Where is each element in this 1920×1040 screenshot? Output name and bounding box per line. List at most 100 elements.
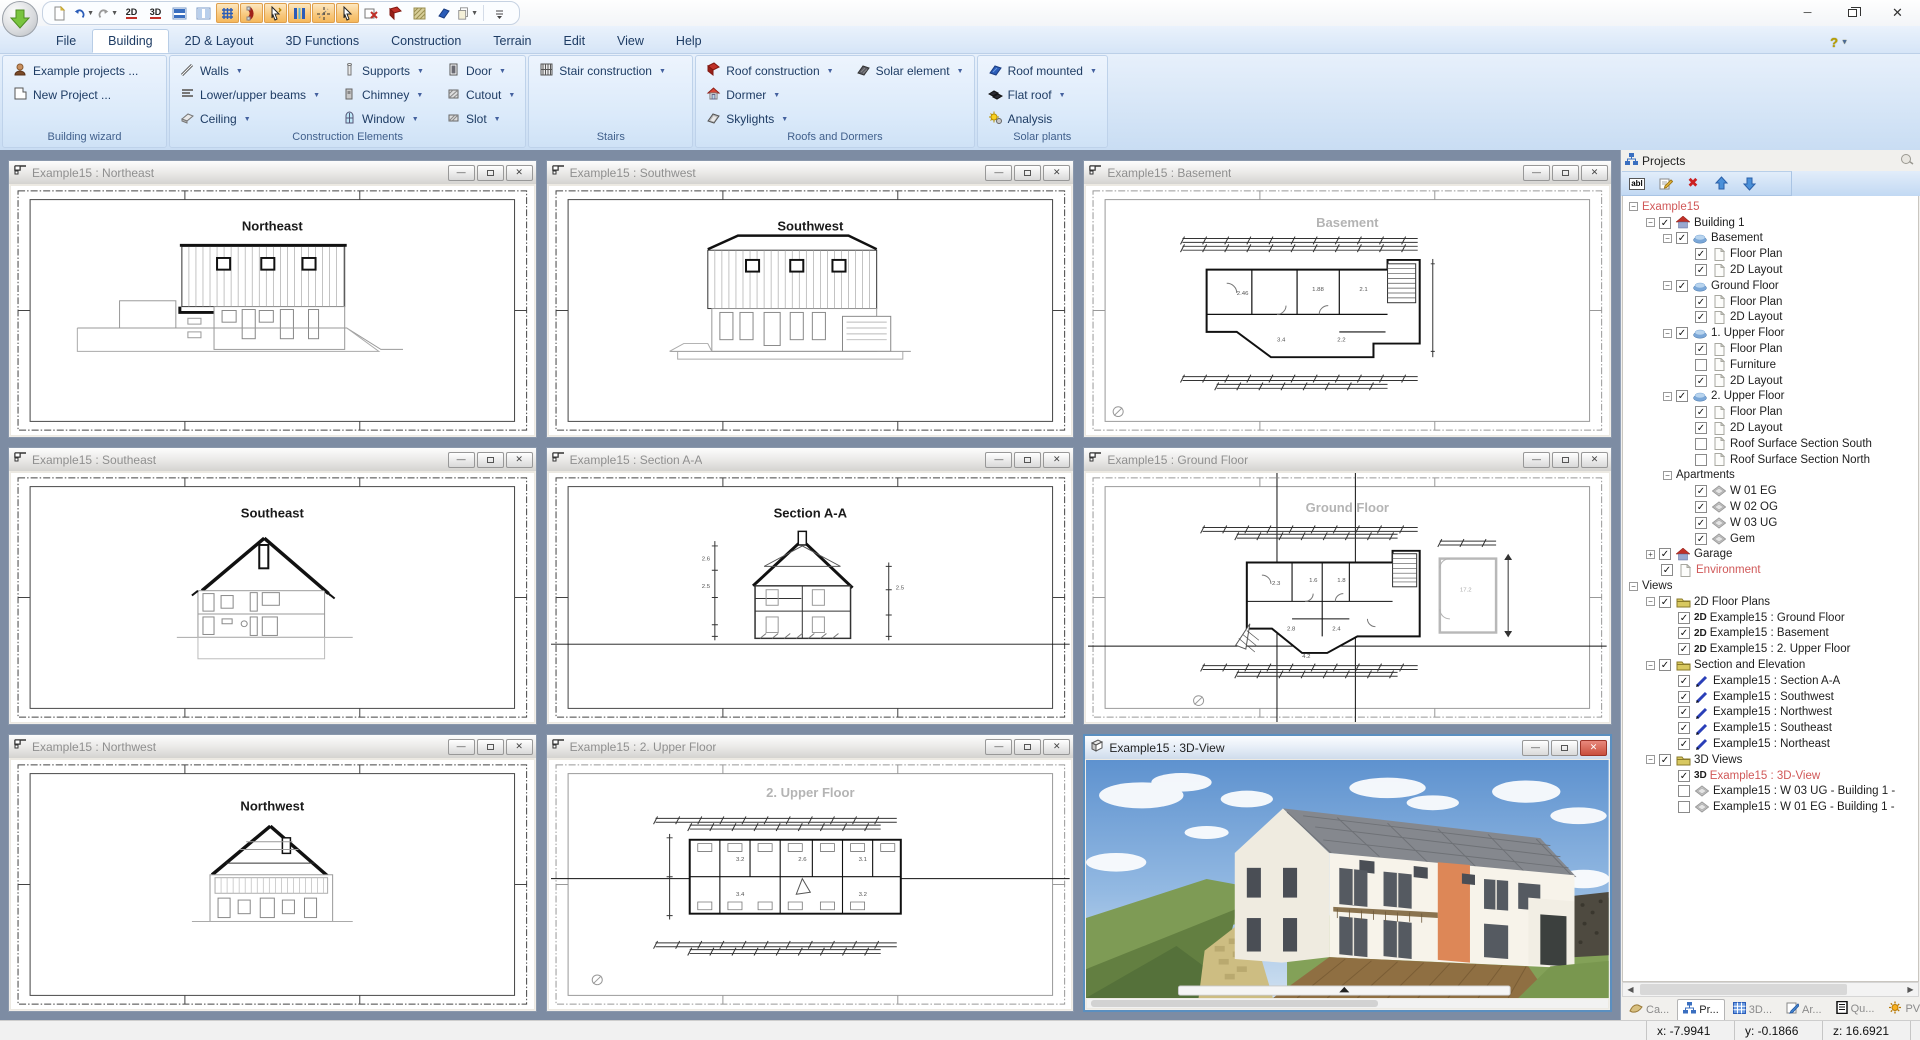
panel-tab-pr[interactable]: Pr... (1677, 999, 1725, 1020)
tree-item-gem[interactable]: ✓Gem (1625, 531, 1918, 547)
window-restore-button[interactable] (1552, 452, 1579, 468)
window-restore-button[interactable] (1551, 740, 1578, 756)
tree-item-apartments[interactable]: −Apartments (1625, 468, 1918, 484)
axis-cross-icon[interactable] (312, 3, 335, 23)
tree-item-furniture[interactable]: Furniture (1625, 357, 1918, 373)
projects-horizontal-scrollbar[interactable]: ◀ ▶ (1622, 982, 1919, 997)
window-minimize-button[interactable]: — (1523, 452, 1550, 468)
drawing-canvas-plan-ground[interactable]: Ground Floor2.31.61.82.82.44.217.2 (1086, 473, 1609, 722)
tab-help[interactable]: Help (660, 29, 718, 53)
window-minimize-button[interactable]: — (448, 739, 475, 755)
drawing-canvas-elev-nw[interactable]: Northwest (11, 760, 534, 1009)
panel-pin-icon[interactable] (1900, 153, 1914, 168)
tree-checkbox[interactable]: ✓ (1678, 722, 1690, 734)
mdi-window-titlebar[interactable]: Example15 : Northwest—✕ (9, 735, 536, 758)
window-restore-button[interactable] (1014, 739, 1041, 755)
tree-item-floor-plan[interactable]: ✓Floor Plan (1625, 404, 1918, 420)
window-close-button[interactable]: ✕ (506, 165, 533, 181)
tree-checkbox[interactable]: ✓ (1659, 659, 1671, 671)
ribbon-item-cutout[interactable]: Cutout▼ (442, 83, 519, 107)
split-vertical-icon[interactable] (192, 3, 215, 23)
window-minimize-button[interactable]: — (448, 165, 475, 181)
mdi-window-titlebar[interactable]: Example15 : Southwest—✕ (547, 161, 1074, 184)
tree-expander-icon[interactable]: − (1663, 471, 1672, 480)
tree-checkbox[interactable]: ✓ (1695, 264, 1707, 276)
tab-building[interactable]: Building (92, 29, 168, 53)
tree-checkbox[interactable]: ✓ (1678, 643, 1690, 655)
grid-icon[interactable] (216, 3, 239, 23)
tab-view[interactable]: View (601, 29, 660, 53)
redo-icon[interactable]: ▼ (96, 3, 119, 23)
ribbon-item-example-projects-[interactable]: Example projects ... (9, 59, 142, 83)
cursor-snap-icon[interactable] (264, 3, 287, 23)
tree-item-2d-layout[interactable]: ✓2D Layout (1625, 262, 1918, 278)
ribbon-item-roof-construction[interactable]: Roof construction▼ (702, 59, 837, 83)
tree-item-floor-plan[interactable]: ✓Floor Plan (1625, 341, 1918, 357)
tree-item-example15[interactable]: −Example15 (1625, 199, 1918, 215)
panel-tab-3d[interactable]: 3D... (1727, 999, 1778, 1020)
tree-item-3d-views[interactable]: −✓3D Views (1625, 752, 1918, 768)
tree-item-example15-southwest[interactable]: ✓Example15 : Southwest (1625, 689, 1918, 705)
tree-item-example15-w-01-eg-building-1-[interactable]: Example15 : W 01 EG - Building 1 - (1625, 799, 1918, 815)
tree-checkbox[interactable] (1695, 438, 1707, 450)
drawing-canvas-plan-basement[interactable]: Basement2.461.882.13.42.2 (1086, 186, 1609, 435)
select-cursor-icon[interactable] (336, 3, 359, 23)
view-2d-icon[interactable]: 2D (120, 3, 143, 23)
tree-expander-icon[interactable]: − (1663, 329, 1672, 338)
tree-checkbox[interactable]: ✓ (1695, 517, 1707, 529)
tree-item-example15-3d-view[interactable]: ✓3DExample15 : 3D-View (1625, 768, 1918, 784)
tree-checkbox[interactable]: ✓ (1678, 738, 1690, 750)
tree-checkbox[interactable]: ✓ (1678, 627, 1690, 639)
ribbon-item-roof-mounted[interactable]: Roof mounted▼ (984, 59, 1101, 83)
tree-checkbox[interactable]: ✓ (1678, 691, 1690, 703)
tree-checkbox[interactable]: ✓ (1695, 296, 1707, 308)
properties-icon[interactable] (1652, 173, 1678, 194)
ribbon-item-walls[interactable]: Walls▼ (176, 59, 324, 83)
scrollbar-thumb[interactable] (1640, 984, 1847, 995)
tree-checkbox[interactable]: ✓ (1695, 375, 1707, 387)
tree-expander-icon[interactable]: − (1646, 755, 1655, 764)
tree-item-2d-layout[interactable]: ✓2D Layout (1625, 420, 1918, 436)
mdi-window-titlebar[interactable]: Example15 : 3D-View—✕ (1085, 736, 1610, 759)
tree-checkbox[interactable]: ✓ (1695, 485, 1707, 497)
tree-checkbox[interactable]: ✓ (1695, 406, 1707, 418)
ribbon-item-new-project-[interactable]: New Project ... (9, 83, 142, 107)
tree-checkbox[interactable]: ✓ (1695, 501, 1707, 513)
window-restore-button[interactable] (477, 452, 504, 468)
tree-checkbox[interactable]: ✓ (1678, 612, 1690, 624)
tree-item-garage[interactable]: +✓Garage (1625, 547, 1918, 563)
window-close-button[interactable]: ✕ (1580, 740, 1607, 756)
panel-tab-ar[interactable]: Ar... (1780, 999, 1828, 1020)
tab-construction[interactable]: Construction (375, 29, 477, 53)
window-close-button[interactable]: ✕ (1043, 739, 1070, 755)
ribbon-item-lower-upper-beams[interactable]: Lower/upper beams▼ (176, 83, 324, 107)
tree-checkbox[interactable]: ✓ (1659, 217, 1671, 229)
delete-icon[interactable]: ✖ (1680, 173, 1706, 194)
delete-window-icon[interactable] (360, 3, 383, 23)
tree-checkbox[interactable]: ✓ (1676, 327, 1688, 339)
drawing-canvas-elev-ne[interactable]: Northeast (11, 186, 534, 435)
hatch-tool-icon[interactable] (408, 3, 431, 23)
tree-checkbox[interactable]: ✓ (1695, 248, 1707, 260)
mdi-window-titlebar[interactable]: Example15 : Section A-A—✕ (547, 448, 1074, 471)
more-commands-icon[interactable] (488, 3, 511, 23)
window-close-button[interactable]: ✕ (1581, 452, 1608, 468)
window-close-button[interactable]: ✕ (1043, 452, 1070, 468)
mdi-window-titlebar[interactable]: Example15 : Northeast—✕ (9, 161, 536, 184)
new-file-icon[interactable] (48, 3, 71, 23)
minimize-button[interactable]: ─ (1785, 0, 1830, 26)
window-minimize-button[interactable]: — (448, 452, 475, 468)
tree-item-floor-plan[interactable]: ✓Floor Plan (1625, 246, 1918, 262)
restore-button[interactable] (1830, 0, 1875, 26)
tree-item-example15-basement[interactable]: ✓2DExample15 : Basement (1625, 626, 1918, 642)
tree-item-views[interactable]: −Views (1625, 578, 1918, 594)
window-minimize-button[interactable]: — (985, 452, 1012, 468)
ribbon-item-analysis[interactable]: Analysis (984, 107, 1101, 131)
tree-item-w-02-og[interactable]: ✓W 02 OG (1625, 499, 1918, 515)
tree-expander-icon[interactable]: − (1663, 392, 1672, 401)
tree-item-floor-plan[interactable]: ✓Floor Plan (1625, 294, 1918, 310)
tab-edit[interactable]: Edit (548, 29, 602, 53)
tree-item-w-03-ug[interactable]: ✓W 03 UG (1625, 515, 1918, 531)
window-close-button[interactable]: ✕ (1581, 165, 1608, 181)
tree-item-example15-section-a-a[interactable]: ✓Example15 : Section A-A (1625, 673, 1918, 689)
